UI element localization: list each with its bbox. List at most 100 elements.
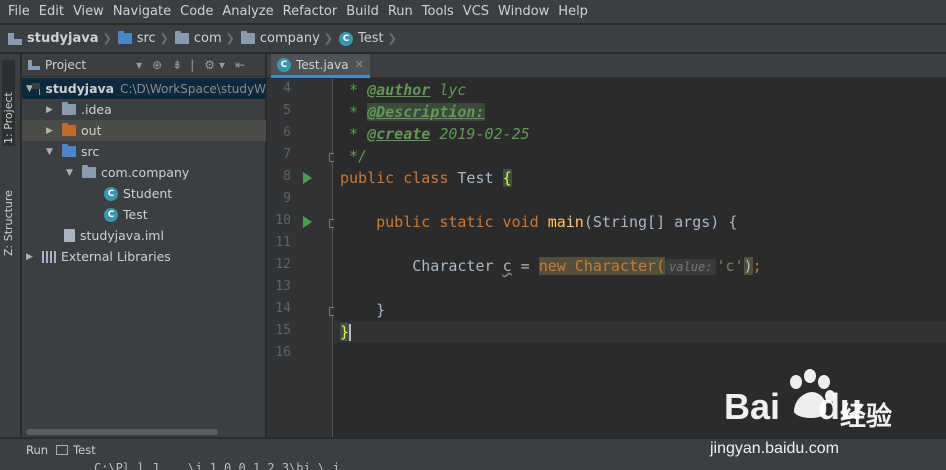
line-number: 15	[275, 323, 291, 338]
menu-bar: File Edit View Navigate Code Analyze Ref…	[0, 0, 946, 24]
line-number: 12	[275, 257, 291, 272]
editor-tabs: C Test.java ✕	[267, 54, 946, 78]
menu-build[interactable]: Build	[342, 0, 383, 24]
code-line-4: * @author lyc	[340, 79, 466, 101]
library-icon	[42, 250, 56, 263]
line-number: 9	[283, 191, 291, 206]
gear-icon[interactable]: ⚙	[204, 58, 215, 72]
code-line-8: public class Test {	[340, 167, 512, 189]
line-number: 14	[275, 301, 291, 316]
project-path: C:\D\WorkSpace\studyW	[120, 81, 266, 96]
line-number: 11	[275, 235, 291, 250]
code-type: Character	[340, 257, 503, 275]
menu-edit[interactable]: Edit	[35, 0, 68, 24]
tree-item-idea[interactable]: ▶ .idea	[22, 99, 266, 120]
project-view-icon	[28, 60, 40, 70]
class-icon: C	[104, 186, 118, 201]
code-line-12: Character c = new Character(value:'c');	[340, 255, 762, 277]
menu-navigate[interactable]: Navigate	[109, 0, 175, 24]
menu-run[interactable]: Run	[384, 0, 417, 24]
tree-item-label: com.company	[101, 165, 190, 180]
tree-item-out[interactable]: ▶ out	[22, 120, 266, 141]
tree-item-student[interactable]: C Student	[22, 183, 266, 204]
breadcrumb-item-src[interactable]: src ❯	[117, 31, 175, 46]
menu-tools[interactable]: Tools	[418, 0, 458, 24]
code-method-name: main	[547, 213, 584, 231]
close-icon[interactable]: ✕	[355, 58, 364, 71]
tree-item-label: studyjava.iml	[80, 228, 164, 243]
line-number: 5	[283, 103, 291, 118]
code-text: }	[340, 301, 386, 319]
collapsed-arrow-icon[interactable]: ▶	[26, 252, 36, 262]
package-icon	[82, 165, 96, 178]
tool-window-project-tab[interactable]: 1: Project	[2, 60, 15, 146]
expand-arrow-icon[interactable]: ▼	[66, 168, 76, 178]
tool-window-label: 1: Project	[2, 92, 15, 144]
breadcrumb-item-test[interactable]: C Test ❯	[339, 31, 403, 46]
tree-item-test[interactable]: C Test	[22, 204, 266, 225]
watermark-cn-text: 经验	[840, 402, 893, 432]
tab-test-java[interactable]: C Test.java ✕	[271, 54, 370, 78]
folder-icon	[117, 31, 132, 44]
file-icon	[64, 229, 75, 242]
line-number: 16	[275, 345, 291, 360]
tree-item-label: out	[81, 123, 102, 138]
breadcrumb-item-company[interactable]: company ❯	[240, 31, 339, 46]
watermark-url: jingyan.baidu.com	[710, 440, 839, 457]
project-panel-header: Project ▾ ⊕ ⇟ | ⚙ ▾ ⇤	[22, 54, 265, 77]
code-comment: 2019-02-25	[430, 125, 530, 143]
line-number: 13	[275, 279, 291, 294]
horizontal-scrollbar[interactable]	[26, 429, 218, 435]
code-comment: *	[340, 125, 368, 143]
menu-code[interactable]: Code	[176, 0, 217, 24]
left-tool-strip: 1: Project Z: Structure	[0, 54, 21, 437]
menu-refactor[interactable]: Refactor	[279, 0, 342, 24]
code-keyword: public class	[340, 169, 458, 187]
collapsed-arrow-icon[interactable]: ▶	[46, 126, 56, 136]
run-label: Run	[26, 443, 49, 457]
dropdown-arrow-icon[interactable]: ▾	[136, 58, 142, 72]
menu-window[interactable]: Window	[494, 0, 553, 24]
line-number: 7	[283, 147, 291, 162]
console-icon	[56, 445, 69, 455]
menu-help[interactable]: Help	[554, 0, 592, 24]
tree-item-src[interactable]: ▼ src	[22, 141, 266, 162]
line-number: 10	[275, 213, 291, 228]
folder-icon	[62, 102, 76, 115]
separator-icon: |	[190, 58, 195, 72]
dropdown-arrow-icon[interactable]: ▾	[219, 58, 225, 72]
menu-analyze[interactable]: Analyze	[218, 0, 277, 24]
menu-vcs[interactable]: VCS	[459, 0, 493, 24]
code-line-6: * @create 2019-02-25	[340, 123, 530, 145]
code-line-7: */	[340, 145, 367, 167]
tool-window-label: Z: Structure	[2, 190, 15, 256]
chevron-right-icon: ❯	[102, 32, 112, 45]
code-identifier: Test	[457, 169, 503, 187]
tree-item-iml[interactable]: studyjava.iml	[22, 225, 266, 246]
tree-item-studyjava[interactable]: ▼ studyjava C:\D\WorkSpace\studyW	[22, 78, 266, 99]
code-keyword: public static void	[340, 213, 548, 231]
run-tab[interactable]: Run Test	[0, 439, 96, 461]
breadcrumb-item-com[interactable]: com ❯	[174, 31, 241, 46]
menu-view[interactable]: View	[69, 0, 108, 24]
collapse-icon[interactable]: ⇟	[172, 58, 182, 72]
chevron-right-icon: ❯	[323, 32, 334, 45]
menu-file[interactable]: File	[4, 0, 34, 24]
tree-item-external-libraries[interactable]: ▶ External Libraries	[22, 246, 266, 267]
run-class-icon[interactable]	[303, 172, 312, 184]
target-icon[interactable]: ⊕	[152, 58, 162, 72]
expand-arrow-icon[interactable]: ▼	[46, 147, 56, 157]
tree-item-com-company[interactable]: ▼ com.company	[22, 162, 266, 183]
code-comment: lyc	[430, 81, 467, 99]
breadcrumb-label: studyjava	[27, 31, 99, 46]
tool-window-structure-tab[interactable]: Z: Structure	[2, 148, 15, 258]
breadcrumb-item-project[interactable]: studyjava ❯	[8, 31, 118, 46]
project-panel-title[interactable]: Project	[45, 58, 86, 72]
chevron-right-icon: ❯	[387, 32, 397, 45]
chevron-right-icon: ❯	[159, 32, 169, 45]
run-main-icon[interactable]	[303, 216, 312, 228]
code-text: )	[743, 257, 753, 275]
collapsed-arrow-icon[interactable]: ▶	[46, 105, 56, 115]
current-line-highlight	[334, 321, 946, 343]
hide-icon[interactable]: ⇤	[235, 58, 245, 72]
